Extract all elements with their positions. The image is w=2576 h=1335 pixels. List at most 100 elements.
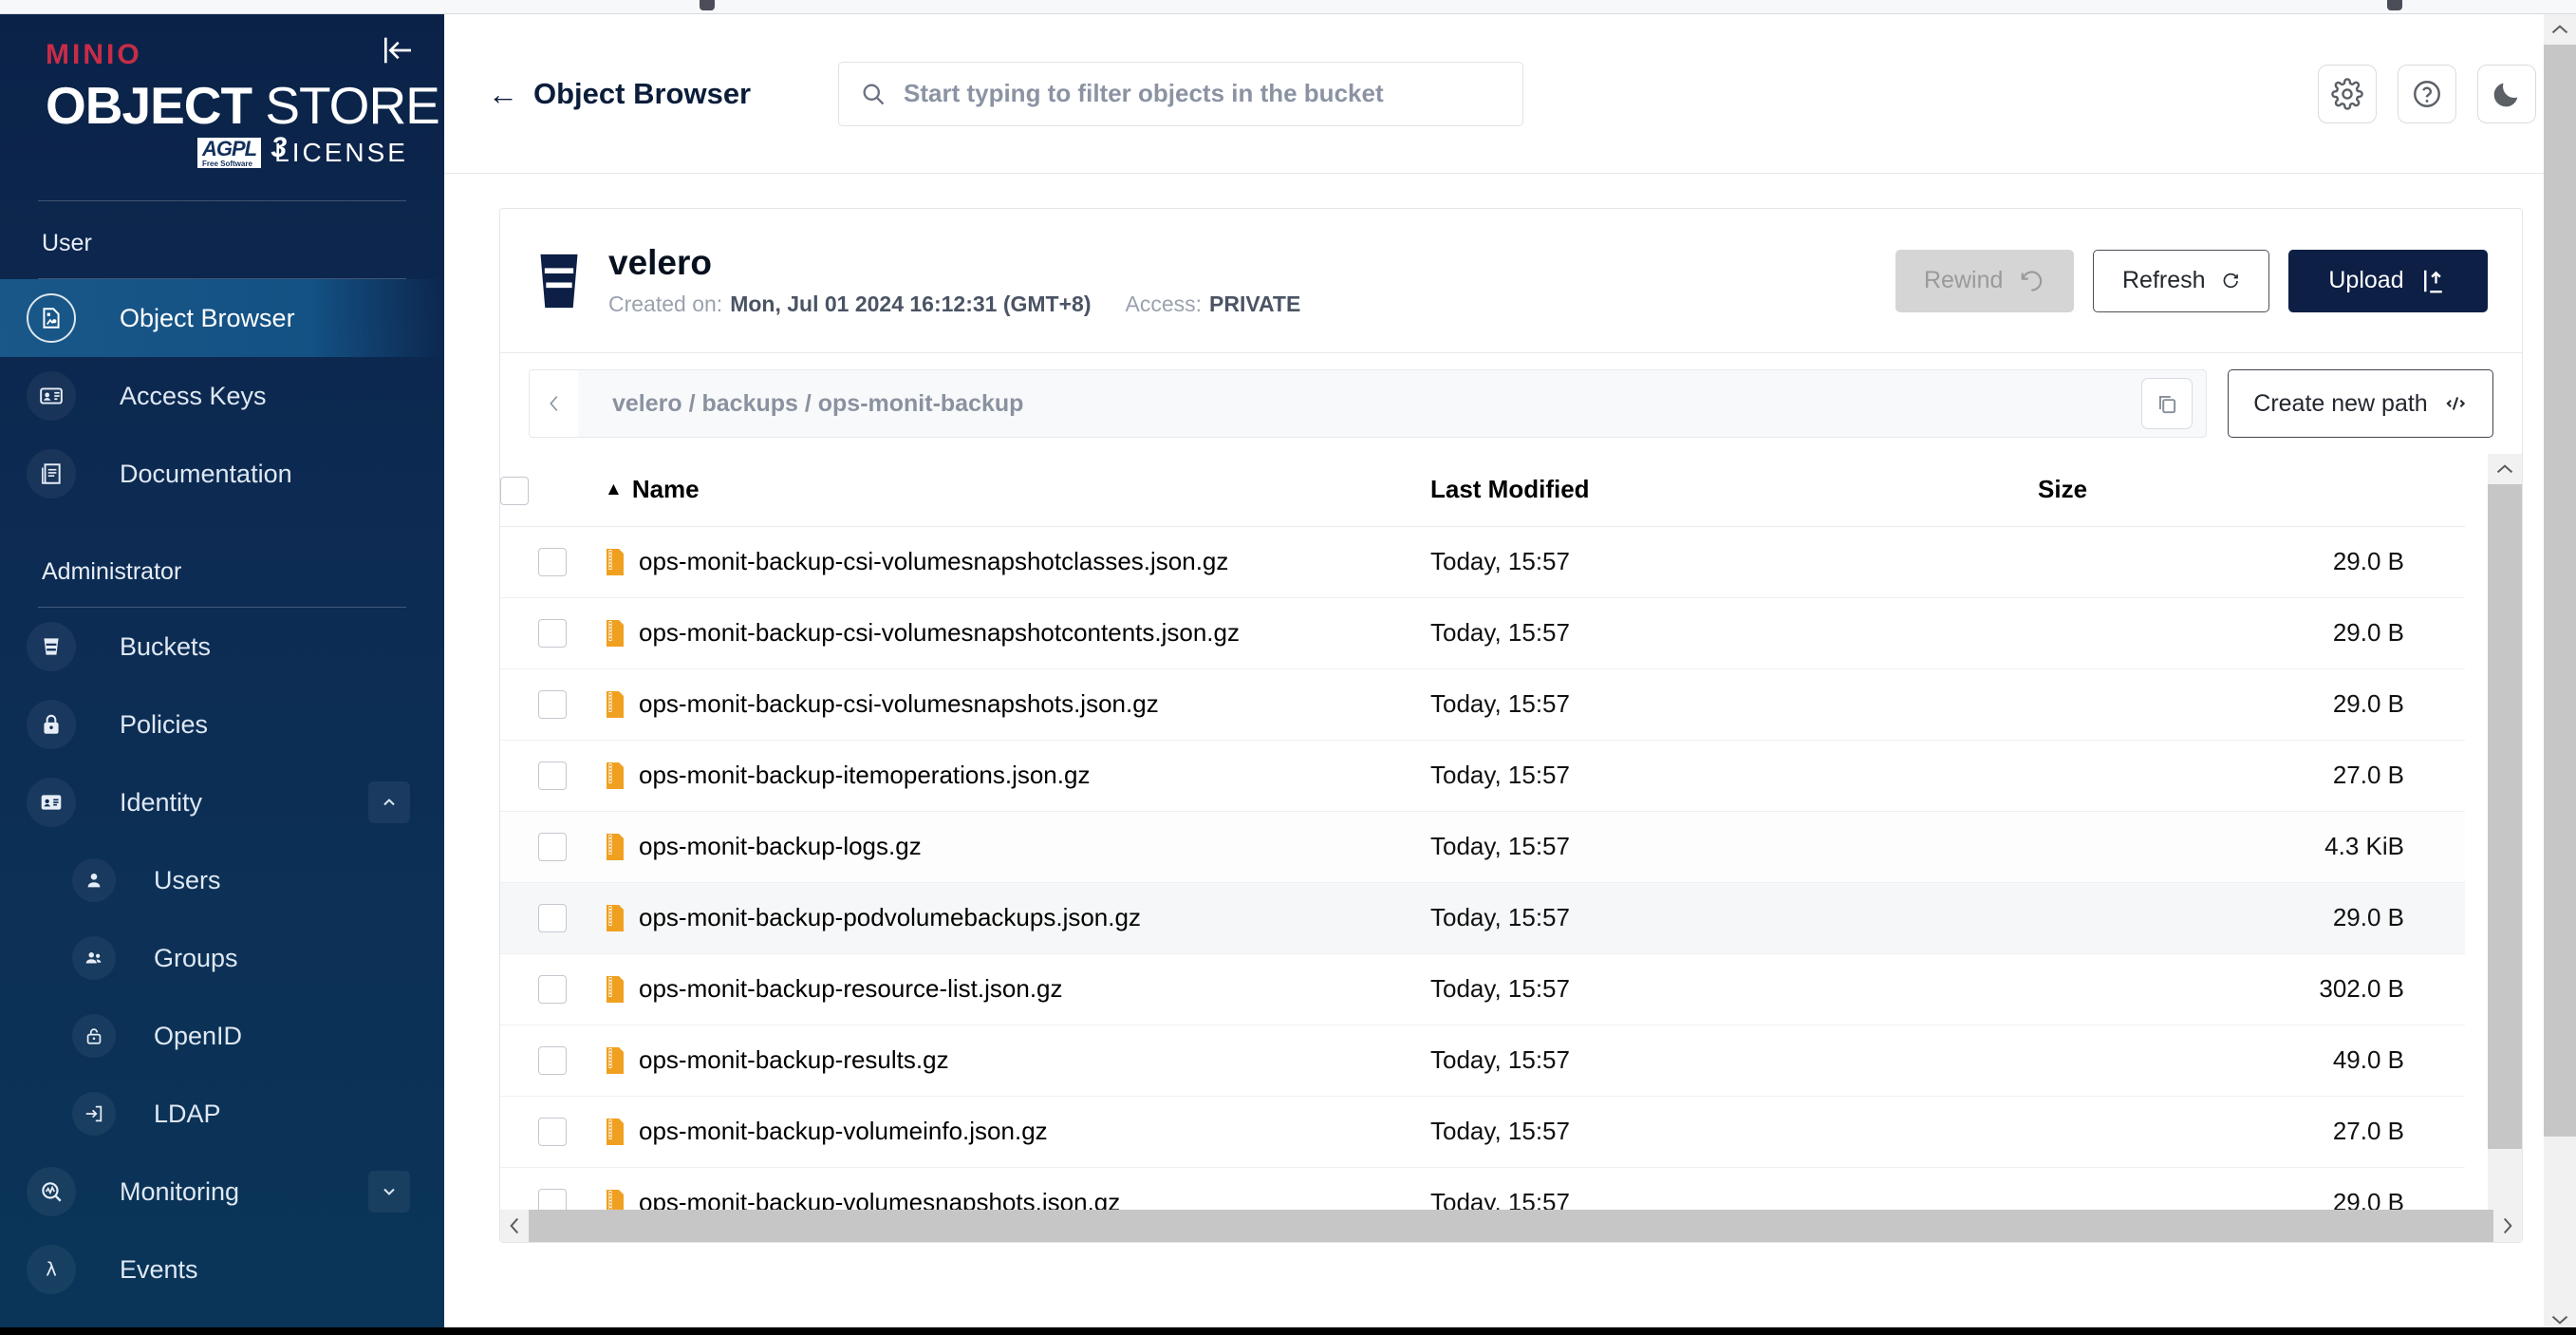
row-checkbox[interactable]: [538, 1045, 567, 1075]
search-icon: [863, 84, 885, 104]
table-vertical-scrollbar[interactable]: [2488, 454, 2522, 1242]
row-select-cell: [500, 1025, 605, 1096]
select-all-checkbox[interactable]: [500, 476, 529, 505]
page-scrollbar-thumb[interactable]: [2544, 45, 2576, 1137]
dark-mode-button[interactable]: [2477, 64, 2536, 123]
path-row: velero / backups / ops-monit-backup Crea…: [500, 353, 2522, 454]
cell-object-name[interactable]: ops-monit-backup-results.gz: [605, 1025, 1430, 1096]
groups-icon: [72, 936, 116, 981]
page-scroll-up-arrow-icon[interactable]: [2544, 14, 2576, 45]
rewind-button[interactable]: Rewind: [1895, 249, 2074, 312]
sidebar-item-access-keys[interactable]: Access Keys: [0, 357, 444, 435]
bucket-icon: [540, 254, 578, 308]
identity-icon: [27, 778, 76, 828]
moon-icon: [2493, 83, 2518, 106]
row-checkbox[interactable]: [538, 547, 567, 576]
sidebar-item-label: Buckets: [120, 631, 212, 661]
sidebar-item-groups[interactable]: Groups: [0, 919, 444, 997]
column-header-size[interactable]: Size: [2038, 454, 2465, 527]
row-select-cell: [500, 668, 605, 740]
row-checkbox[interactable]: [538, 761, 567, 790]
cell-object-name[interactable]: ops-monit-backup-resource-list.json.gz: [605, 953, 1430, 1025]
path-back-button[interactable]: [529, 369, 578, 438]
row-select-cell: [500, 526, 605, 597]
sidebar-item-policies[interactable]: Policies: [0, 686, 444, 763]
row-select-cell: [500, 953, 605, 1025]
chevron-up-icon[interactable]: [368, 781, 410, 824]
row-checkbox[interactable]: [538, 832, 567, 861]
column-header-last-modified[interactable]: Last Modified: [1430, 454, 2038, 527]
row-checkbox[interactable]: [538, 974, 567, 1004]
cell-last-modified: Today, 15:57: [1430, 618, 1570, 647]
object-name-text: ops-monit-backup-csi-volumesnapshots.jso…: [639, 689, 1159, 718]
sidebar-item-documentation[interactable]: Documentation: [0, 435, 444, 513]
table-row[interactable]: ops-monit-backup-podvolumebackups.json.g…: [500, 882, 2465, 953]
sidebar-item-object-browser[interactable]: Object Browser: [0, 279, 444, 358]
sidebar-item-identity[interactable]: Identity: [0, 763, 444, 841]
row-checkbox[interactable]: [538, 903, 567, 932]
cell-size: 29.0 B: [2332, 689, 2404, 718]
bucket-subinfo: Created on: Mon, Jul 01 2024 16:12:31 (G…: [608, 291, 1300, 317]
new-path-icon: [2446, 397, 2465, 410]
copy-path-button[interactable]: [2141, 378, 2193, 429]
chevron-down-icon[interactable]: [368, 1171, 410, 1213]
object-store-wordmark: OBJECT STORE: [46, 79, 444, 132]
back-arrow-icon[interactable]: ←: [488, 79, 518, 109]
object-browser-icon: [27, 293, 76, 344]
documentation-icon: [27, 449, 76, 499]
scroll-left-arrow-icon[interactable]: [500, 1216, 529, 1235]
sidebar-item-events[interactable]: λ Events: [0, 1231, 444, 1308]
sidebar-item-openid[interactable]: OpenID: [0, 997, 444, 1075]
collapse-sidebar-icon[interactable]: [378, 31, 416, 69]
table-row[interactable]: ops-monit-backup-csi-volumesnapshots.jso…: [500, 668, 2465, 740]
row-checkbox[interactable]: [538, 618, 567, 648]
cell-object-name[interactable]: ops-monit-backup-podvolumebackups.json.g…: [605, 882, 1430, 953]
refresh-icon: [2223, 273, 2238, 288]
table-row[interactable]: ops-monit-backup-csi-volumesnapshotclass…: [500, 526, 2465, 597]
lambda-icon: λ: [27, 1245, 76, 1295]
cell-size: 27.0 B: [2332, 1117, 2404, 1145]
scroll-right-arrow-icon[interactable]: [2493, 1216, 2522, 1235]
column-header-name[interactable]: ▲ Name: [605, 454, 1430, 527]
table-row[interactable]: ops-monit-backup-csi-volumesnapshotconte…: [500, 597, 2465, 668]
help-button[interactable]: [2398, 64, 2456, 123]
table-horizontal-scrollbar[interactable]: [500, 1210, 2522, 1242]
sidebar-item-ldap[interactable]: LDAP: [0, 1075, 444, 1153]
page-vertical-scrollbar[interactable]: [2544, 14, 2576, 1335]
scroll-up-arrow-icon[interactable]: [2488, 454, 2522, 484]
sidebar-item-buckets[interactable]: Buckets: [0, 608, 444, 686]
sidebar-item-label: OpenID: [154, 1021, 243, 1050]
compressed-file-icon: [607, 620, 624, 647]
cell-object-name[interactable]: ops-monit-backup-logs.gz: [605, 811, 1430, 882]
breadcrumb-field[interactable]: velero / backups / ops-monit-backup: [578, 369, 2207, 438]
create-new-path-button[interactable]: Create new path: [2228, 369, 2493, 438]
cell-object-name[interactable]: ops-monit-backup-csi-volumesnapshots.jso…: [605, 668, 1430, 740]
upload-button[interactable]: Upload: [2288, 249, 2488, 312]
cell-object-name[interactable]: ops-monit-backup-csi-volumesnapshotclass…: [605, 526, 1430, 597]
upload-icon: [2423, 270, 2442, 292]
refresh-label: Refresh: [2122, 267, 2206, 293]
cell-object-name[interactable]: ops-monit-backup-itemoperations.json.gz: [605, 740, 1430, 811]
hscrollbar-thumb[interactable]: [529, 1210, 2493, 1242]
object-name-text: ops-monit-backup-itemoperations.json.gz: [639, 761, 1091, 789]
cell-object-name[interactable]: ops-monit-backup-csi-volumesnapshotconte…: [605, 597, 1430, 668]
row-select-cell: [500, 740, 605, 811]
row-checkbox[interactable]: [538, 689, 567, 719]
table-row[interactable]: ops-monit-backup-itemoperations.json.gz T…: [500, 740, 2465, 811]
settings-button[interactable]: [2318, 64, 2377, 123]
search-input[interactable]: [904, 79, 1502, 108]
sidebar-item-users[interactable]: Users: [0, 841, 444, 919]
table-row[interactable]: ops-monit-backup-volumeinfo.json.gz Today…: [500, 1096, 2465, 1167]
table-row[interactable]: ops-monit-backup-results.gz Today, 15:57 4…: [500, 1025, 2465, 1096]
row-checkbox[interactable]: [538, 1117, 567, 1146]
search-box[interactable]: [838, 61, 1523, 126]
sidebar-item-label: Monitoring: [120, 1176, 240, 1206]
sidebar-item-monitoring[interactable]: Monitoring: [0, 1153, 444, 1231]
compressed-file-icon: [607, 976, 624, 1003]
scrollbar-thumb[interactable]: [2488, 484, 2522, 1149]
table-row[interactable]: ops-monit-backup-logs.gz Today, 15:57 4.3 …: [500, 811, 2465, 882]
sort-ascending-icon: ▲: [605, 479, 623, 500]
refresh-button[interactable]: Refresh: [2093, 249, 2269, 312]
table-row[interactable]: ops-monit-backup-resource-list.json.gz To…: [500, 953, 2465, 1025]
cell-object-name[interactable]: ops-monit-backup-volumeinfo.json.gz: [605, 1096, 1430, 1167]
